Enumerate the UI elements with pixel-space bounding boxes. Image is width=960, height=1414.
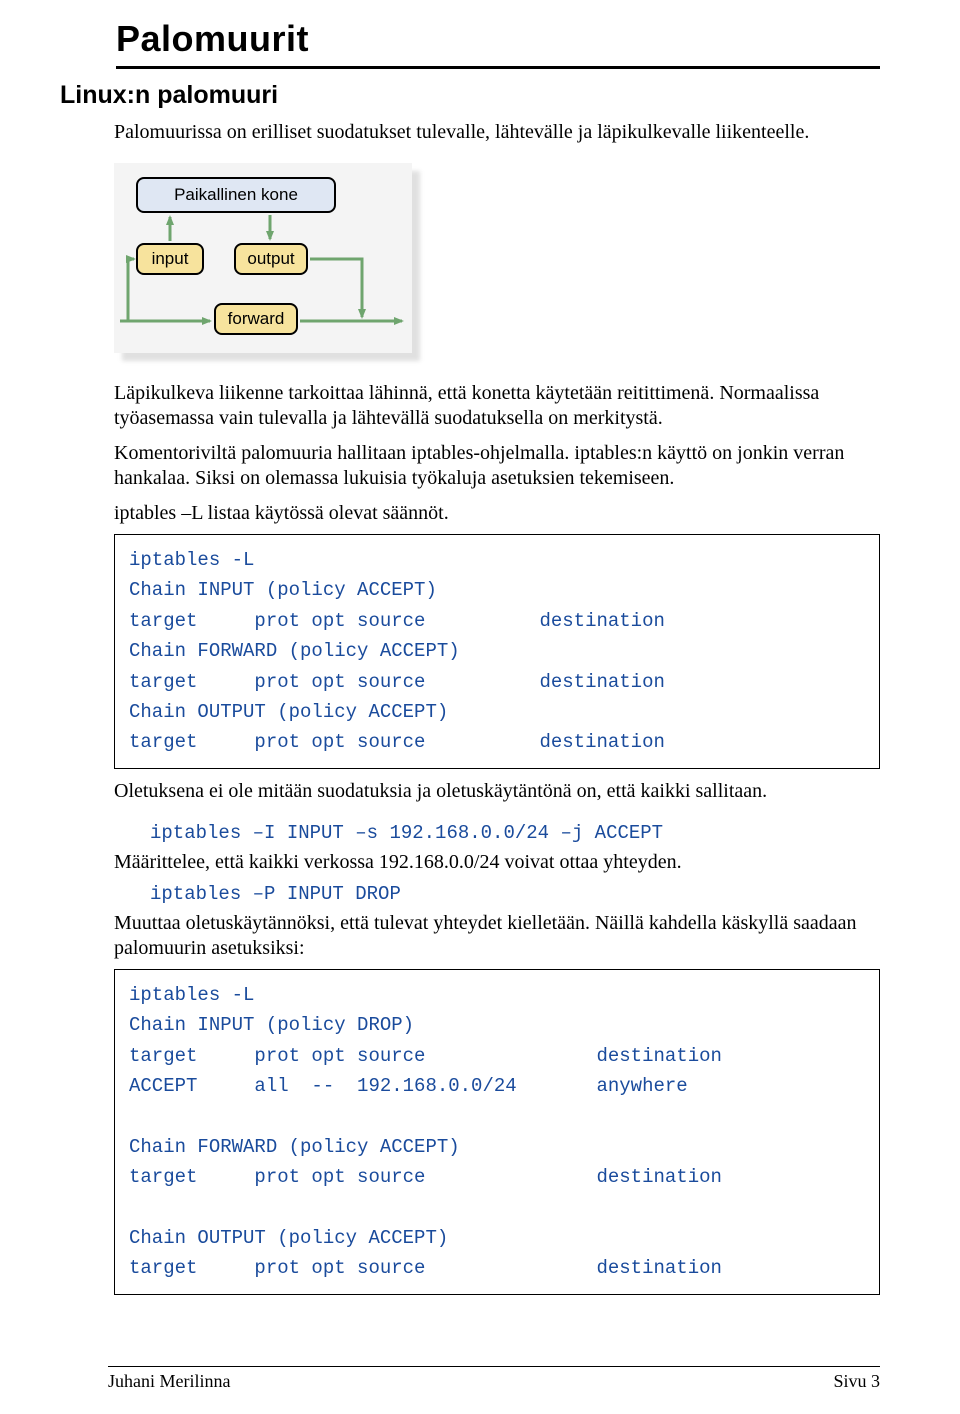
section-heading: Linux:n palomuuri <box>60 81 880 110</box>
title-underline <box>116 66 880 69</box>
node-input: input <box>136 243 204 275</box>
page-footer: Juhani Merilinna Sivu 3 <box>108 1366 880 1392</box>
command-accept-subnet: iptables –I INPUT –s 192.168.0.0/24 –j A… <box>150 822 880 844</box>
node-output: output <box>234 243 308 275</box>
arrow-branch-to-input <box>128 259 134 321</box>
code-box-iptables-after: iptables -L Chain INPUT (policy DROP) ta… <box>114 969 880 1295</box>
arrow-output-to-right <box>310 259 362 317</box>
code-box-iptables-default: iptables -L Chain INPUT (policy ACCEPT) … <box>114 534 880 769</box>
footer-page-number: Sivu 3 <box>833 1371 880 1392</box>
intro-paragraph: Palomuurissa on erilliset suodatukset tu… <box>114 120 880 145</box>
paragraph-iptables-list: iptables –L listaa käytössä olevat säänn… <box>114 501 880 526</box>
page: Palomuurit Linux:n palomuuri Palomuuriss… <box>0 0 960 1414</box>
node-forward: forward <box>214 303 298 335</box>
footer-author: Juhani Merilinna <box>108 1371 230 1392</box>
code-text-after: iptables -L Chain INPUT (policy DROP) ta… <box>129 980 865 1284</box>
page-title: Palomuurit <box>116 18 880 60</box>
firewall-diagram: Paikallinen kone input output forward <box>114 163 412 353</box>
paragraph-accept-explain: Määrittelee, että kaikki verkossa 192.16… <box>114 850 880 875</box>
diagram-container: Paikallinen kone input output forward <box>114 163 412 353</box>
title-wrap: Palomuurit <box>116 18 880 69</box>
node-local-machine: Paikallinen kone <box>136 177 336 213</box>
paragraph-throughput: Läpikulkeva liikenne tarkoittaa lähinnä,… <box>114 381 880 431</box>
code-text-default: iptables -L Chain INPUT (policy ACCEPT) … <box>129 545 865 758</box>
footer-line: Juhani Merilinna Sivu 3 <box>108 1366 880 1392</box>
command-input-drop: iptables –P INPUT DROP <box>150 883 880 905</box>
paragraph-drop-explain: Muuttaa oletuskäytännöksi, että tulevat … <box>114 911 880 961</box>
paragraph-iptables-intro: Komentoriviltä palomuuria hallitaan ipta… <box>114 441 880 491</box>
paragraph-default-allow: Oletuksena ei ole mitään suodatuksia ja … <box>114 779 880 804</box>
content: Linux:n palomuuri Palomuurissa on erilli… <box>60 81 880 1295</box>
